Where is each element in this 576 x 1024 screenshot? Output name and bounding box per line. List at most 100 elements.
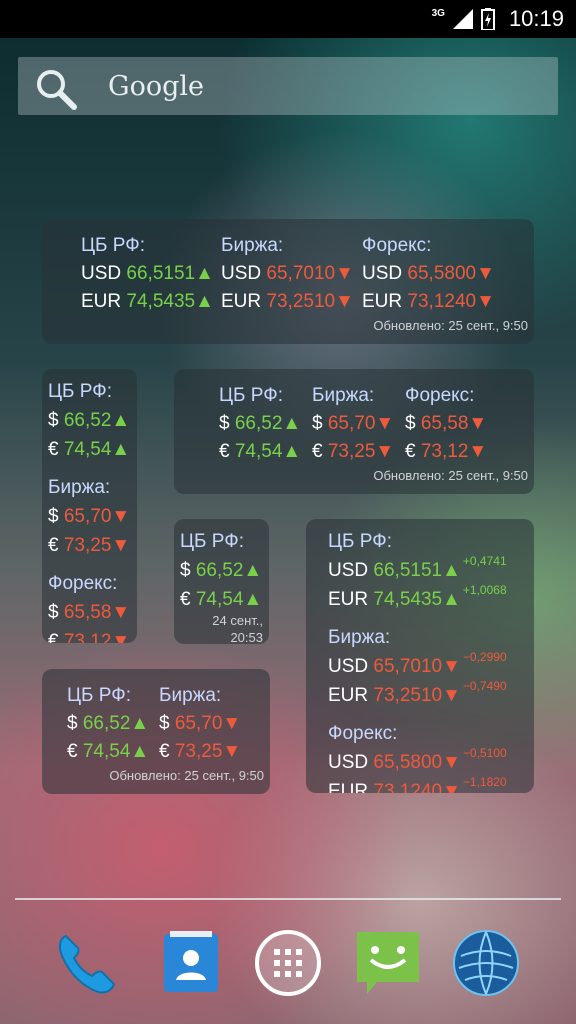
eur-symbol: € [312, 441, 323, 462]
usd-label: USD [328, 752, 369, 773]
forex-title: Форекс: [328, 723, 398, 744]
down-arrow-icon: ▼ [442, 656, 461, 677]
eur-symbol: € [405, 441, 416, 462]
network-type: 3G [431, 7, 445, 19]
usd-label: USD [362, 263, 403, 284]
battery-icon [480, 8, 495, 30]
phone-icon[interactable] [52, 928, 122, 998]
cb-usd-value: 66,52 [63, 410, 112, 431]
app-drawer-icon[interactable] [253, 928, 323, 998]
forex-usd-change: −0,5100 [462, 746, 507, 760]
currency-widget-narrow[interactable]: ЦБ РФ: $ 66,52▲ € 74,54▲ Биржа: $ 65,70▼… [42, 369, 137, 643]
cb-eur-value: 74,54 [82, 741, 131, 762]
cb-title: ЦБ РФ: [328, 531, 392, 552]
exchange-eur-value: 73,25 [63, 535, 112, 556]
eur-label: EUR [328, 685, 369, 706]
down-arrow-icon: ▼ [335, 291, 354, 312]
exchange-usd-value: 65,70 [327, 413, 376, 434]
up-arrow-icon: ▲ [111, 410, 131, 431]
cb-usd-change: +0,4741 [462, 554, 507, 568]
up-arrow-icon: ▲ [282, 413, 302, 434]
exchange-eur-value: 73,2510 [266, 291, 336, 312]
usd-symbol: $ [48, 506, 59, 527]
up-arrow-icon: ▲ [442, 560, 461, 581]
down-arrow-icon: ▼ [335, 263, 354, 284]
down-arrow-icon: ▼ [375, 441, 395, 462]
currency-widget-medium[interactable]: ЦБ РФ: $ 66,52▲ € 74,54▲ Биржа: $ 65,70▼… [174, 369, 534, 494]
exchange-title: Биржа: [312, 385, 375, 406]
browser-icon[interactable] [451, 928, 521, 998]
forex-title: Форекс: [362, 235, 432, 256]
forex-eur-value: 73,1240 [373, 781, 443, 793]
up-arrow-icon: ▲ [282, 441, 302, 462]
eur-label: EUR [221, 291, 262, 312]
down-arrow-icon: ▼ [468, 413, 488, 434]
cb-title: ЦБ РФ: [219, 385, 283, 406]
dock-divider [15, 898, 561, 900]
contacts-icon[interactable] [156, 928, 226, 998]
google-search-bar[interactable]: Google [18, 57, 558, 115]
forex-usd-value: 65,58 [63, 602, 112, 623]
cb-usd-value: 66,5151 [373, 560, 443, 581]
forex-eur-value: 73,1240 [407, 291, 477, 312]
exchange-title: Биржа: [159, 685, 222, 706]
up-arrow-icon: ▲ [243, 560, 263, 581]
exchange-usd-value: 65,7010 [266, 263, 336, 284]
updated-timestamp: Обновлено: 25 сент., 9:50 [109, 768, 264, 783]
up-arrow-icon: ▲ [243, 589, 263, 610]
usd-symbol: $ [67, 713, 78, 734]
eur-symbol: € [48, 439, 59, 460]
up-arrow-icon: ▲ [130, 713, 150, 734]
usd-symbol: $ [405, 413, 416, 434]
cb-eur-change: +1,0068 [462, 583, 507, 597]
exchange-eur-value: 73,2510 [373, 685, 443, 706]
updated-date: 24 сент., [212, 613, 263, 628]
cb-title: ЦБ РФ: [81, 235, 145, 256]
down-arrow-icon: ▼ [111, 506, 131, 527]
status-bar: 3G 10:19 [0, 0, 576, 38]
cb-eur-value: 74,54 [234, 441, 283, 462]
eur-symbol: € [67, 741, 78, 762]
currency-widget-wide[interactable]: ЦБ РФ: USD 66,5151▲ EUR 74,5435▲ Биржа: … [42, 219, 534, 344]
eur-label: EUR [362, 291, 403, 312]
usd-label: USD [328, 656, 369, 677]
signal-icon [452, 9, 473, 29]
currency-widget-detailed[interactable]: ЦБ РФ: USD 66,5151▲ +0,4741 EUR 74,5435▲ +… [306, 519, 534, 793]
exchange-usd-value: 65,7010 [373, 656, 443, 677]
forex-usd-value: 65,5800 [407, 263, 477, 284]
forex-title: Форекс: [48, 573, 118, 594]
down-arrow-icon: ▼ [111, 631, 131, 643]
eur-label: EUR [81, 291, 122, 312]
search-icon [37, 70, 77, 110]
eur-symbol: € [48, 631, 59, 643]
down-arrow-icon: ▼ [111, 535, 131, 556]
currency-widget-small[interactable]: ЦБ РФ: $ 66,52▲ € 74,54▲ 24 сент., 20:53 [174, 519, 269, 644]
exchange-eur-change: −0,7490 [462, 679, 507, 693]
eur-symbol: € [180, 589, 191, 610]
forex-eur-value: 73,12 [63, 631, 112, 643]
cb-usd-value: 66,52 [82, 713, 131, 734]
cb-eur-value: 74,5435 [373, 589, 443, 610]
cb-title: ЦБ РФ: [48, 381, 112, 402]
messaging-icon[interactable] [353, 928, 423, 998]
usd-symbol: $ [219, 413, 230, 434]
usd-symbol: $ [312, 413, 323, 434]
updated-timestamp: Обновлено: 25 сент., 9:50 [373, 318, 528, 333]
eur-label: EUR [328, 781, 369, 793]
down-arrow-icon: ▼ [222, 741, 242, 762]
down-arrow-icon: ▼ [476, 263, 495, 284]
down-arrow-icon: ▼ [375, 413, 395, 434]
eur-symbol: € [219, 441, 230, 462]
status-icons: 3G 10:19 [432, 0, 564, 38]
exchange-title: Биржа: [328, 627, 391, 648]
down-arrow-icon: ▼ [442, 752, 461, 773]
usd-label: USD [221, 263, 262, 284]
currency-widget-two-column[interactable]: ЦБ РФ: $ 66,52▲ € 74,54▲ Биржа: $ 65,70▼… [42, 669, 270, 794]
usd-symbol: $ [159, 713, 170, 734]
updated-timestamp: Обновлено: 25 сент., 9:50 [373, 468, 528, 483]
exchange-usd-change: −0,2990 [462, 650, 507, 664]
forex-usd-value: 65,5800 [373, 752, 443, 773]
up-arrow-icon: ▲ [195, 263, 214, 284]
up-arrow-icon: ▲ [442, 589, 461, 610]
down-arrow-icon: ▼ [442, 781, 461, 793]
